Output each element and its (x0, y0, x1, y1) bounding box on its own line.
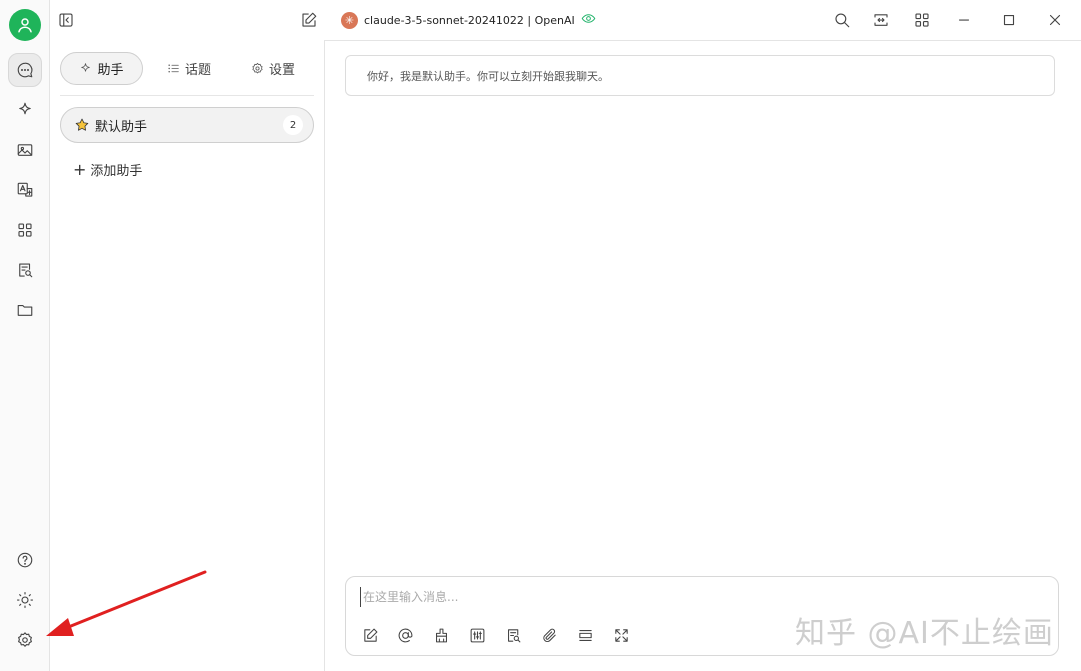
minimize-icon (958, 19, 970, 21)
toggle-sidebar-button[interactable] (54, 8, 78, 32)
tab-settings[interactable]: 设置 (240, 52, 306, 85)
horizontal-rule-icon (578, 629, 592, 641)
knowledge-base-button[interactable] (502, 624, 524, 646)
expand-input-button[interactable] (610, 624, 632, 646)
user-icon (18, 18, 32, 33)
settings-sliders-button[interactable] (466, 624, 488, 646)
annotation-arrow-icon (46, 570, 207, 636)
tab-assistants[interactable]: 助手 (60, 52, 143, 85)
search-button[interactable] (830, 8, 854, 32)
model-selector[interactable]: ✳ claude-3-5-sonnet-20241022 | OpenAI (341, 11, 596, 29)
gear-icon (252, 62, 263, 74)
paintings-nav-button[interactable] (8, 133, 42, 167)
image-icon (17, 144, 33, 156)
sparkle-icon (81, 63, 91, 72)
tab-settings-label: 设置 (268, 63, 295, 78)
add-assistant-label: 添加助手 (90, 164, 143, 179)
expand-width-icon (874, 14, 888, 26)
folder-icon (17, 304, 33, 316)
clear-context-button[interactable] (430, 624, 452, 646)
apps-nav-button[interactable] (8, 213, 42, 247)
mention-model-button[interactable] (394, 624, 416, 646)
close-button[interactable] (1043, 8, 1067, 32)
new-topic-tool-button[interactable] (359, 624, 381, 646)
translate-nav-button[interactable] (8, 173, 42, 207)
tab-topics[interactable]: 话题 (158, 52, 220, 85)
list-icon (168, 64, 179, 73)
edit-icon (302, 12, 317, 27)
assistant-greeting-message: 你好，我是默认助手。你可以立刻开始跟我聊天。 (345, 55, 1055, 96)
user-avatar[interactable] (9, 9, 41, 41)
tab-assistants-label: 助手 (97, 63, 124, 78)
plus-icon: + (73, 159, 87, 179)
newline-button[interactable] (574, 624, 596, 646)
at-sign-icon (398, 628, 412, 642)
maximize-icon (1003, 14, 1015, 26)
chat-bubble-icon (17, 62, 33, 78)
grid-icon (915, 13, 929, 27)
sparkle-icon (19, 102, 31, 115)
attachment-button[interactable] (538, 624, 560, 646)
edit-icon (363, 628, 377, 642)
knowledge-nav-button[interactable] (8, 253, 42, 287)
search-icon (835, 13, 850, 28)
topic-count-badge: 2 (283, 115, 303, 135)
document-search-icon (507, 628, 520, 642)
model-name: claude-3-5-sonnet-20241022 | OpenAI (364, 13, 575, 27)
paperclip-icon (542, 628, 556, 642)
add-assistant-button[interactable]: + 添加助手 (73, 160, 142, 179)
expand-icon (614, 628, 628, 642)
sliders-icon (470, 628, 484, 642)
narrow-mode-button[interactable] (869, 8, 893, 32)
sidebar-collapse-icon (59, 13, 73, 27)
agents-nav-button[interactable] (8, 93, 42, 127)
assistant-name: 默认助手 (95, 119, 148, 135)
vision-eye-icon (581, 11, 596, 29)
star-icon (75, 118, 89, 131)
assistant-item-default[interactable]: 默认助手 2 (60, 107, 314, 143)
zhihu-watermark: 知乎 @AI不止绘画 (795, 616, 1054, 651)
files-nav-button[interactable] (8, 293, 42, 327)
document-search-icon (19, 263, 33, 278)
minimize-button[interactable] (952, 8, 976, 32)
tabs-divider (60, 95, 314, 96)
panel-tabs: 助手 话题 设置 (60, 52, 314, 86)
maximize-button[interactable] (997, 8, 1021, 32)
close-icon (1049, 14, 1061, 26)
broom-icon (435, 628, 447, 642)
new-topic-button[interactable] (297, 8, 321, 32)
tab-topics-label: 话题 (184, 63, 211, 78)
minapps-button[interactable] (910, 8, 934, 32)
grid-icon (18, 223, 32, 237)
message-input[interactable] (360, 587, 960, 607)
chat-nav-button[interactable] (8, 53, 42, 87)
translate-icon (17, 182, 33, 197)
claude-logo-icon: ✳ (341, 11, 358, 29)
